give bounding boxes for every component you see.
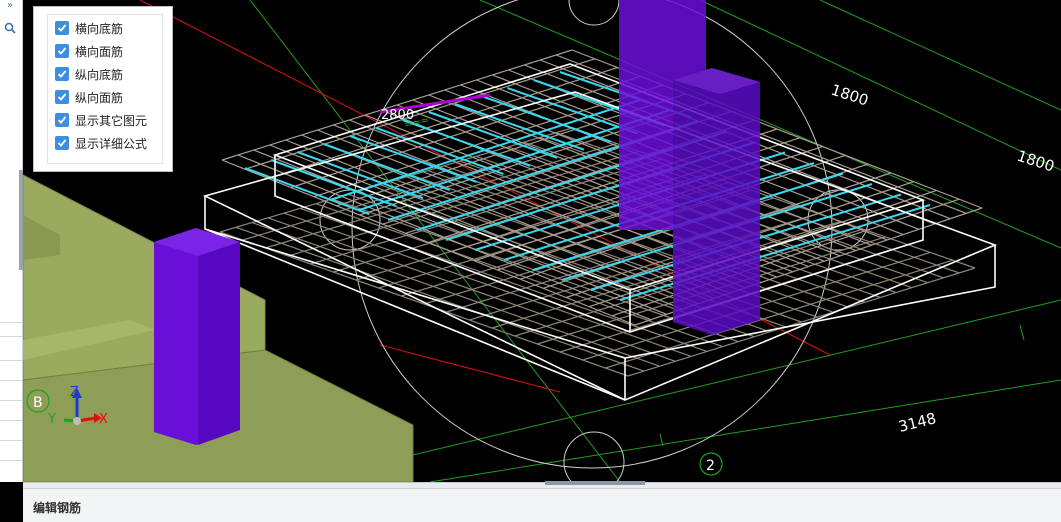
layer-label: 显示其它图元 [75,113,148,128]
slab-outline [202,63,998,401]
checkmark-icon[interactable] [55,90,69,104]
divider [0,440,22,441]
rebar-scene[interactable]: 1800 1800 3148 2800 ≈≈≈ B 2 Z X Y [23,0,1061,482]
column-left [154,228,240,445]
layer-label: 横向面筋 [75,44,124,59]
double-chevron-right-icon[interactable]: » [2,0,18,12]
layer-checkbox-show-other-elements[interactable]: 显示其它图元 [55,110,147,130]
search-icon[interactable] [2,20,18,36]
dimension-label: 1800 [1015,147,1057,176]
axis-marker-label: B [33,395,43,411]
rebar-bar [244,167,370,216]
layer-checkbox-vertical-top[interactable]: 纵向面筋 [55,87,123,107]
panel-title: 编辑钢筋 [33,501,82,515]
rebar-bar [290,75,641,189]
left-side-panel: » [0,0,23,482]
layer-label: 显示详细公式 [75,136,148,151]
dimension-label: 1800 [829,81,871,110]
column-center [619,0,760,335]
divider [0,420,22,421]
edit-rebar-panel: 编辑钢筋 [23,488,1061,522]
checkmark-icon[interactable] [55,21,69,35]
layer-checkbox-horizontal-top[interactable]: 横向面筋 [55,41,123,61]
divider [0,380,22,381]
axis-marker-label: 2 [706,458,715,474]
circle-marker [568,0,620,26]
divider [0,336,22,337]
divider [0,322,22,323]
checkmark-icon[interactable] [55,67,69,81]
divider [0,400,22,401]
layer-label: 横向底筋 [75,21,124,36]
layer-checkbox-horizontal-bottom[interactable]: 横向底筋 [55,18,123,38]
axis-marker-2: 2 [699,452,723,476]
rebar-bar [454,103,585,151]
checkmark-icon[interactable] [55,44,69,58]
rebar-bar [267,66,618,179]
triad-z-label: Z [70,385,79,400]
checkmark-icon[interactable] [55,113,69,127]
splitter-handle[interactable] [545,481,645,485]
dimension-label: 3148 [897,409,938,436]
layer-checkbox-show-detailed-formula[interactable]: 显示详细公式 [55,133,147,153]
layer-label: 纵向底筋 [75,67,124,82]
checkmark-icon[interactable] [55,136,69,150]
divider [0,360,22,361]
circle-marker [563,431,625,482]
layer-checkbox-vertical-bottom[interactable]: 纵向底筋 [55,64,123,84]
triad-x-label: X [99,412,108,427]
layer-label: 纵向面筋 [75,90,124,105]
divider [0,460,22,461]
triad-y-label: Y [47,412,56,427]
3d-rebar-viewport[interactable]: 1800 1800 3148 2800 ≈≈≈ B 2 Z X Y [23,0,1061,482]
